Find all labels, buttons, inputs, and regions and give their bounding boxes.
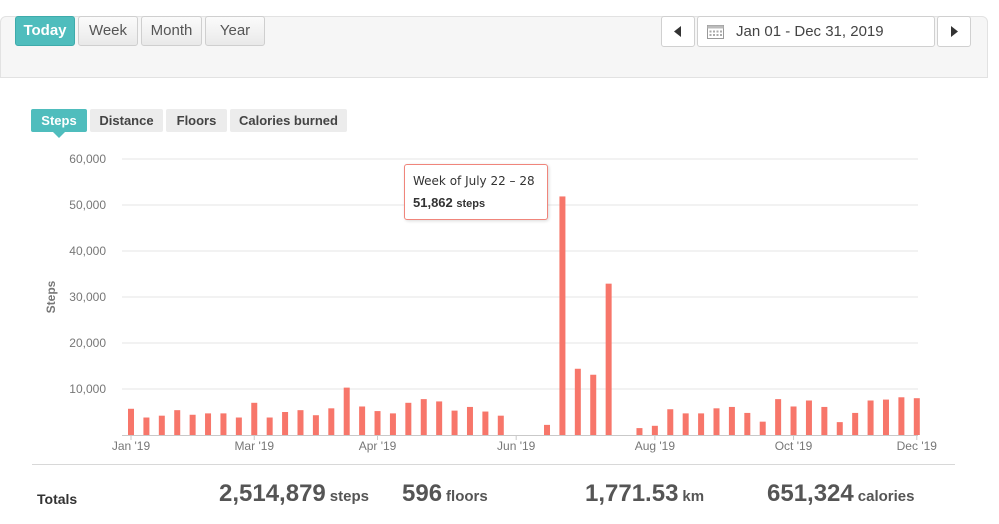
x-tick-label: Oct '19	[775, 439, 813, 453]
bar-week	[913, 398, 920, 435]
bar-week	[205, 413, 212, 435]
y-tick-label: 10,000	[69, 382, 106, 396]
total-steps-value: 2,514,879	[219, 480, 326, 507]
bar-week	[420, 399, 427, 435]
y-tick-label: 50,000	[69, 198, 106, 212]
tooltip-value-number: 51,862	[413, 195, 453, 210]
x-tick-label: Jun '19	[497, 439, 536, 453]
y-tick-label: 20,000	[69, 336, 106, 350]
year-button[interactable]: Year	[205, 16, 265, 46]
bar-week	[312, 415, 319, 435]
chart-tooltip: Week of July 22 – 28 51,862 steps	[404, 164, 548, 220]
bar-week	[728, 406, 735, 435]
bar-week	[389, 413, 396, 435]
bar-week	[775, 399, 782, 435]
bar-week	[744, 412, 751, 435]
bar-week	[282, 412, 289, 435]
bar-week	[497, 415, 504, 435]
total-floors-unit: floors	[446, 488, 488, 505]
bar-week	[590, 374, 597, 435]
calendar-icon	[707, 25, 724, 39]
tooltip-value-unit: steps	[456, 198, 486, 210]
tab-distance[interactable]: Distance	[90, 109, 163, 132]
bar-week	[867, 400, 874, 435]
previous-range-button[interactable]	[661, 16, 695, 47]
bar-week	[251, 402, 258, 435]
x-tick-label: Dec '19	[897, 439, 938, 453]
bar-week	[328, 408, 335, 435]
bar-week	[667, 409, 674, 435]
bar-week	[574, 368, 581, 435]
total-steps: 2,514,879 steps	[219, 480, 369, 508]
bar-week	[374, 411, 381, 435]
bar-week	[805, 400, 812, 435]
x-tick-label: Jan '19	[112, 439, 151, 453]
bar-week	[220, 413, 227, 435]
caret-left-icon	[674, 26, 681, 37]
bar-week	[713, 408, 720, 435]
y-tick-label: 30,000	[69, 290, 106, 304]
x-tick-label: Apr '19	[359, 439, 397, 453]
tab-calories-burned[interactable]: Calories burned	[230, 109, 347, 132]
bar-week	[559, 196, 566, 435]
y-tick-label: 40,000	[69, 244, 106, 258]
today-button[interactable]: Today	[15, 16, 75, 46]
x-tick-label: Mar '19	[234, 439, 274, 453]
total-calories: 651,324 calories	[767, 480, 914, 508]
totals-divider	[32, 464, 955, 465]
bar-week	[189, 414, 196, 435]
bar-week	[605, 283, 612, 435]
bar-week	[651, 425, 658, 435]
bar-week	[836, 422, 843, 435]
total-distance-unit: km	[682, 488, 705, 505]
bar-week	[482, 411, 489, 435]
bar-week	[698, 413, 705, 435]
total-distance: 1,771.53 km	[585, 480, 704, 508]
caret-right-icon	[951, 26, 958, 37]
bar-week	[790, 406, 797, 435]
month-button[interactable]: Month	[141, 16, 202, 46]
bar-week	[436, 401, 443, 435]
date-range-field[interactable]: Jan 01 - Dec 31, 2019	[697, 16, 935, 47]
bar-week	[759, 421, 766, 435]
bar-week	[235, 417, 242, 435]
bar-week	[451, 410, 458, 435]
tab-steps[interactable]: Steps	[31, 109, 87, 138]
bar-week	[128, 408, 134, 435]
bar-week	[852, 412, 859, 435]
bar-week	[682, 413, 689, 435]
tooltip-title: Week of July 22 – 28	[413, 174, 535, 188]
bar-week	[158, 415, 165, 435]
bar-week	[297, 410, 304, 435]
y-tick-label: 60,000	[69, 152, 106, 166]
y-axis-label: Steps	[44, 280, 58, 313]
bar-week	[359, 406, 366, 435]
total-floors-value: 596	[402, 480, 443, 507]
total-calories-unit: calories	[857, 488, 915, 505]
bar-week	[636, 428, 643, 435]
bar-week	[405, 402, 412, 435]
week-button[interactable]: Week	[78, 16, 138, 46]
total-steps-unit: steps	[329, 488, 369, 505]
tab-floors[interactable]: Floors	[166, 109, 227, 132]
bar-week	[882, 399, 889, 435]
next-range-button[interactable]	[937, 16, 971, 47]
date-range-text: Jan 01 - Dec 31, 2019	[736, 23, 884, 40]
total-distance-value: 1,771.53	[585, 480, 679, 507]
bar-week	[466, 406, 473, 435]
bar-week	[821, 406, 828, 435]
bar-week	[343, 387, 350, 435]
totals-label: Totals	[37, 491, 78, 507]
total-calories-value: 651,324	[767, 480, 854, 507]
bar-week	[143, 417, 150, 435]
bar-week	[266, 417, 273, 435]
total-floors: 596 floors	[402, 480, 488, 508]
bar-week	[544, 424, 551, 435]
x-tick-label: Aug '19	[635, 439, 676, 453]
tooltip-value: 51,862 steps	[413, 195, 485, 210]
bar-week	[174, 410, 181, 435]
bar-week	[898, 397, 905, 435]
